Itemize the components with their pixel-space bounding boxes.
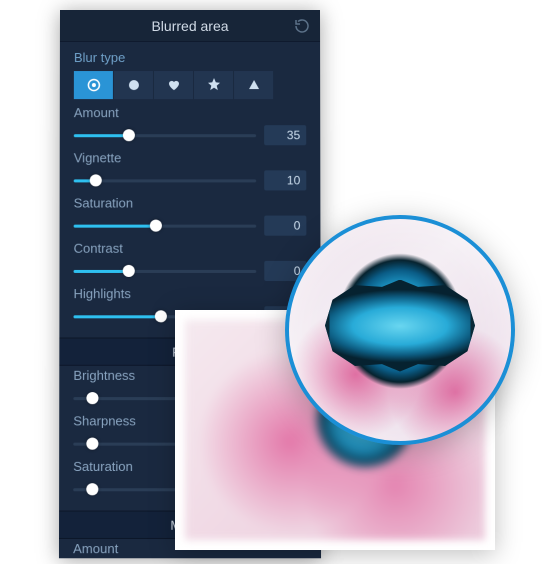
amount-label: Amount — [74, 105, 306, 120]
blur-type-label: Blur type — [60, 42, 320, 71]
blur-type-heart[interactable] — [154, 71, 194, 99]
contrast-slider-block: Contrast 0 — [59, 239, 320, 284]
panel-header: Blurred area — [60, 10, 320, 42]
focus-lens-preview — [285, 215, 515, 445]
vignette-slider[interactable] — [74, 179, 256, 182]
contrast-label: Contrast — [74, 241, 307, 256]
vignette-label: Vignette — [74, 150, 307, 165]
highlights-label: Highlights — [74, 286, 307, 301]
saturation-slider-block: Saturation 0 — [60, 193, 321, 238]
vignette-value[interactable]: 10 — [264, 170, 306, 190]
panel-title: Blurred area — [151, 17, 228, 33]
amount-slider-block: Amount 35 — [60, 103, 321, 148]
reset-icon[interactable] — [294, 18, 310, 34]
amount-value[interactable]: 35 — [264, 125, 306, 145]
blur-type-selector — [60, 71, 320, 103]
blur-type-star[interactable] — [194, 71, 234, 99]
vignette-slider-block: Vignette 10 — [60, 148, 321, 193]
blur-type-triangle[interactable] — [234, 71, 274, 99]
blur-type-radial[interactable] — [74, 71, 114, 99]
saturation-slider[interactable] — [74, 224, 257, 227]
saturation-label: Saturation — [74, 195, 307, 210]
contrast-slider[interactable] — [74, 269, 257, 272]
amount-slider[interactable] — [74, 134, 256, 137]
blur-type-circle[interactable] — [114, 71, 154, 99]
saturation-value[interactable]: 0 — [264, 216, 306, 236]
